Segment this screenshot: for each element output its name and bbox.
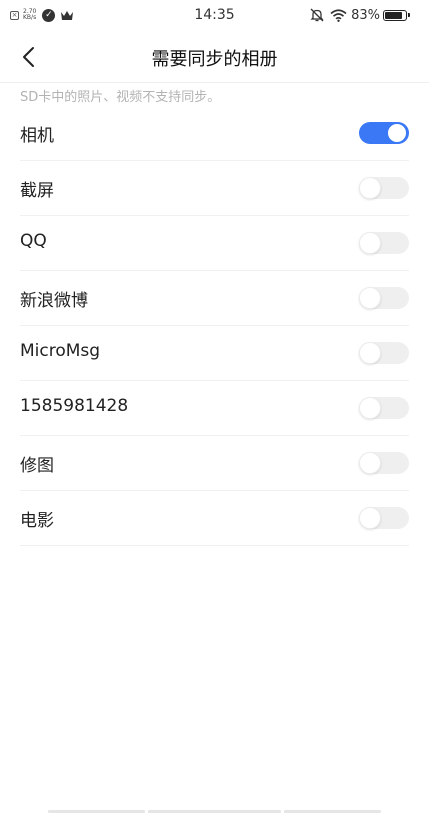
album-name: MicroMsg	[20, 341, 101, 361]
album-row[interactable]: 新浪微博	[20, 271, 409, 326]
album-name: 新浪微博	[20, 291, 88, 311]
album-name: QQ	[20, 231, 47, 251]
sync-toggle[interactable]	[359, 232, 409, 254]
album-row[interactable]: 截屏	[20, 161, 409, 216]
album-row[interactable]: 修图	[20, 436, 409, 491]
toggle-knob	[359, 287, 381, 309]
album-row[interactable]: MicroMsg	[20, 326, 409, 381]
battery-icon	[383, 9, 410, 21]
toggle-knob	[359, 397, 381, 419]
sync-toggle[interactable]	[359, 397, 409, 419]
sync-toggle[interactable]	[359, 452, 409, 474]
page-title: 需要同步的相册	[151, 49, 278, 70]
album-name: 1585981428	[20, 396, 129, 416]
album-name: 修图	[20, 456, 54, 476]
nav-hint-bar[interactable]	[148, 810, 281, 813]
mute-icon	[310, 8, 324, 22]
album-row[interactable]: 1585981428	[20, 381, 409, 436]
nav-hint-bar[interactable]	[48, 810, 145, 813]
toggle-knob	[359, 452, 381, 474]
toggle-knob	[386, 122, 408, 144]
toggle-knob	[359, 177, 381, 199]
album-name: 相机	[20, 126, 54, 146]
album-row[interactable]: 相机	[20, 106, 409, 161]
sync-toggle[interactable]	[359, 342, 409, 364]
bottom-nav-hint	[0, 810, 429, 815]
album-name: 电影	[20, 511, 54, 531]
battery-fill	[385, 11, 402, 19]
album-row[interactable]: QQ	[20, 216, 409, 271]
status-bar: × 2.70 KB/s ✓ 14:35 83%	[0, 0, 429, 30]
album-row[interactable]: 电影	[20, 491, 409, 546]
sync-toggle[interactable]	[359, 287, 409, 309]
toggle-knob	[359, 342, 381, 364]
album-list: 相机 截屏 QQ 新浪微博 MicroMsg 1585981428 修图 电影	[0, 106, 429, 546]
sync-note: SD卡中的照片、视频不支持同步。	[20, 90, 221, 105]
album-name: 截屏	[20, 181, 54, 201]
header: 需要同步的相册	[0, 32, 429, 83]
nav-hint-bar[interactable]	[284, 810, 381, 813]
sync-toggle[interactable]	[359, 177, 409, 199]
toggle-knob	[359, 507, 381, 529]
wifi-icon	[330, 8, 347, 22]
toggle-knob	[359, 232, 381, 254]
battery-percent: 83%	[351, 7, 380, 23]
sync-toggle[interactable]	[359, 507, 409, 529]
status-bar-right: 83%	[310, 7, 410, 23]
sync-toggle[interactable]	[359, 122, 409, 144]
